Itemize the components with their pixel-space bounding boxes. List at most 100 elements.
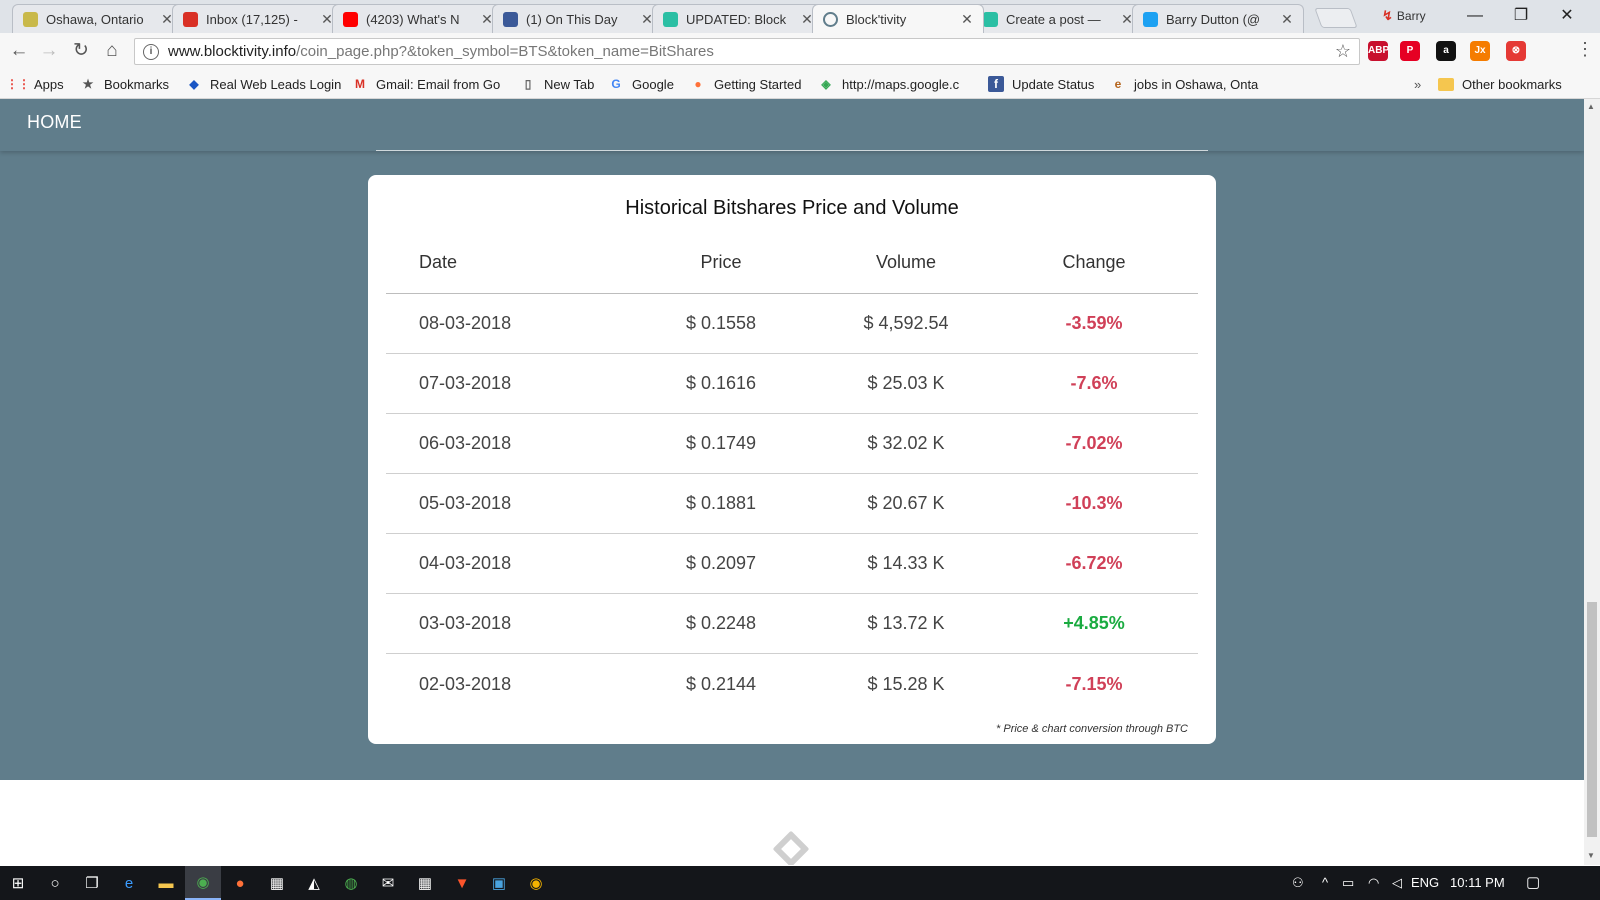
cell-date: 07-03-2018 xyxy=(419,373,512,393)
calculator-icon[interactable]: ▦ xyxy=(259,866,295,900)
tab-7[interactable]: Create a post — ✕ xyxy=(972,4,1144,33)
cell-change: -10.3% xyxy=(1065,493,1123,513)
tab-6[interactable]: Block'tivity ✕ xyxy=(812,4,984,33)
cell-date: 03-03-2018 xyxy=(419,613,512,633)
amazon-icon[interactable]: a xyxy=(1436,41,1456,61)
mail-icon[interactable]: ✉ xyxy=(370,866,406,900)
bookmark-label: Apps xyxy=(34,76,64,92)
volume-icon[interactable]: ◁ xyxy=(1392,875,1402,891)
chrome-icon[interactable]: ◉ xyxy=(185,866,221,900)
photos-icon[interactable]: ◭ xyxy=(296,866,332,900)
close-circle-icon[interactable]: ⊗ xyxy=(1506,41,1526,61)
tab-title: Barry Dutton (@ xyxy=(1166,11,1261,27)
blocktivity-icon xyxy=(983,11,998,27)
scroll-up-icon[interactable]: ▲ xyxy=(1587,102,1595,111)
tab-8[interactable]: Barry Dutton (@ ✕ xyxy=(1132,4,1304,33)
tab-title: Block'tivity xyxy=(846,11,907,27)
bookmark-label: Real Web Leads Login xyxy=(210,76,342,92)
section-divider xyxy=(376,150,1208,151)
close-tab-icon[interactable]: ✕ xyxy=(1279,11,1295,28)
bookmark-item[interactable]: ⋮⋮ Apps xyxy=(10,75,72,93)
tab-2[interactable]: Inbox (17,125) - ✕ xyxy=(172,4,344,33)
clock[interactable]: 10:11 PM xyxy=(1450,875,1505,890)
jx-icon[interactable]: Jx xyxy=(1470,41,1490,61)
tab-5[interactable]: UPDATED: Block ✕ xyxy=(652,4,824,33)
page-icon: ▯ xyxy=(524,77,532,91)
cell-date: 05-03-2018 xyxy=(419,493,512,513)
bookmark-item[interactable]: ◆ Real Web Leads Login xyxy=(186,75,346,93)
bookmarks-overflow-button[interactable]: » xyxy=(1414,75,1421,93)
header-price: Price xyxy=(700,252,742,272)
home-icon[interactable]: ⌂ xyxy=(99,38,125,64)
bookmark-item[interactable]: e jobs in Oshawa, Onta xyxy=(1110,75,1270,93)
cell-price: $ 0.2144 xyxy=(685,673,757,694)
reload-button[interactable]: ↻ xyxy=(68,38,94,64)
scroll-down-icon[interactable]: ▼ xyxy=(1587,851,1595,860)
new-tab-button[interactable] xyxy=(1314,8,1358,28)
page-scrollbar[interactable]: ▲ ▼ xyxy=(1584,99,1600,865)
restore-button[interactable]: ❐ xyxy=(1498,4,1544,28)
table-row: 03-03-2018 $ 0.2248 $ 13.72 K +4.85% xyxy=(386,594,1198,654)
wifi-icon[interactable]: ◠ xyxy=(1368,875,1379,891)
language-indicator[interactable]: ENG xyxy=(1411,875,1439,890)
forward-button[interactable]: → xyxy=(36,38,62,64)
table-header-row: Date Price Volume Change xyxy=(386,232,1198,294)
minimize-button[interactable]: — xyxy=(1452,4,1498,28)
nav-home-link[interactable]: HOME xyxy=(27,112,82,133)
bookmark-label: Bookmarks xyxy=(104,76,170,92)
chrome-menu-icon[interactable]: ⋮ xyxy=(1576,39,1594,60)
maps-icon: ◈ xyxy=(821,77,831,91)
bookmark-item[interactable]: ● Getting Started xyxy=(690,75,810,93)
edge-icon[interactable]: e xyxy=(111,866,147,900)
scrollbar-thumb[interactable] xyxy=(1587,602,1597,837)
tab-title: UPDATED: Block xyxy=(686,11,787,27)
weather-icon xyxy=(23,11,38,27)
info-icon[interactable]: i xyxy=(143,43,159,60)
bookmark-item[interactable]: ▯ New Tab xyxy=(520,75,604,93)
profile-name: Barry xyxy=(1396,9,1426,23)
address-bar[interactable]: i www.blocktivity.info/coin_page.php?&to… xyxy=(134,38,1360,65)
cell-volume: $ 20.67 K xyxy=(867,493,945,513)
tab-3[interactable]: (4203) What's N ✕ xyxy=(332,4,504,33)
tab-1[interactable]: Oshawa, Ontario ✕ xyxy=(12,4,184,33)
other-bookmarks-folder[interactable]: Other bookmarks xyxy=(1438,75,1562,93)
tray-chevron-icon[interactable]: ^ xyxy=(1322,875,1328,890)
cell-price: $ 0.1881 xyxy=(685,493,757,513)
bookmark-item[interactable]: M Gmail: Email from Go xyxy=(352,75,512,93)
close-window-button[interactable]: ✕ xyxy=(1544,4,1590,28)
back-button[interactable]: ← xyxy=(6,38,32,64)
app-icon[interactable]: ▣ xyxy=(481,866,517,900)
table-row: 04-03-2018 $ 0.2097 $ 14.33 K -6.72% xyxy=(386,534,1198,594)
action-center-icon[interactable]: ▢ xyxy=(1526,873,1540,891)
bookmark-item[interactable]: G Google xyxy=(608,75,684,93)
cell-volume: $ 15.28 K xyxy=(867,673,945,694)
maps-icon[interactable]: ◍ xyxy=(333,866,369,900)
bookmark-item[interactable]: ◈ http://maps.google.c xyxy=(818,75,978,93)
cortana-icon[interactable]: ○ xyxy=(37,866,73,900)
file-explorer-icon[interactable]: ▬ xyxy=(148,866,184,900)
calculator-icon[interactable]: ▦ xyxy=(407,866,443,900)
other-bookmarks-label: Other bookmarks xyxy=(1462,76,1562,92)
close-tab-icon[interactable]: ✕ xyxy=(959,11,975,28)
leads-icon: ◆ xyxy=(189,77,199,91)
header-change: Change xyxy=(1062,252,1126,272)
url-path: /coin_page.php?&token_symbol=BTS&token_n… xyxy=(296,43,714,60)
pinterest-icon[interactable]: P xyxy=(1400,41,1420,61)
tab-4[interactable]: (1) On This Day ✕ xyxy=(492,4,664,33)
battery-icon[interactable]: ▭ xyxy=(1342,875,1354,891)
price-table: Date Price Volume Change 08-03-2018 $ 0.1… xyxy=(386,232,1198,714)
adblock-icon[interactable]: ABP xyxy=(1368,41,1389,61)
windows-start-icon[interactable]: ⊞ xyxy=(0,866,36,900)
brave-icon[interactable]: ▼ xyxy=(444,866,480,900)
tab-title: (1) On This Day xyxy=(526,11,618,27)
people-icon[interactable]: ⚇ xyxy=(1292,875,1304,891)
chrome-canary-icon[interactable]: ◉ xyxy=(518,866,554,900)
bookmark-item[interactable]: ★ Bookmarks xyxy=(80,75,180,93)
firefox-icon[interactable]: ● xyxy=(222,866,258,900)
bookmark-star-icon[interactable]: ☆ xyxy=(1335,41,1351,62)
cell-date: 08-03-2018 xyxy=(419,313,512,333)
profile-button[interactable]: ↯ Barry xyxy=(1382,8,1426,24)
cell-price: $ 0.1616 xyxy=(685,373,757,393)
bookmark-item[interactable]: f Update Status xyxy=(988,75,1100,93)
task-view-icon[interactable]: ❐ xyxy=(74,866,110,900)
